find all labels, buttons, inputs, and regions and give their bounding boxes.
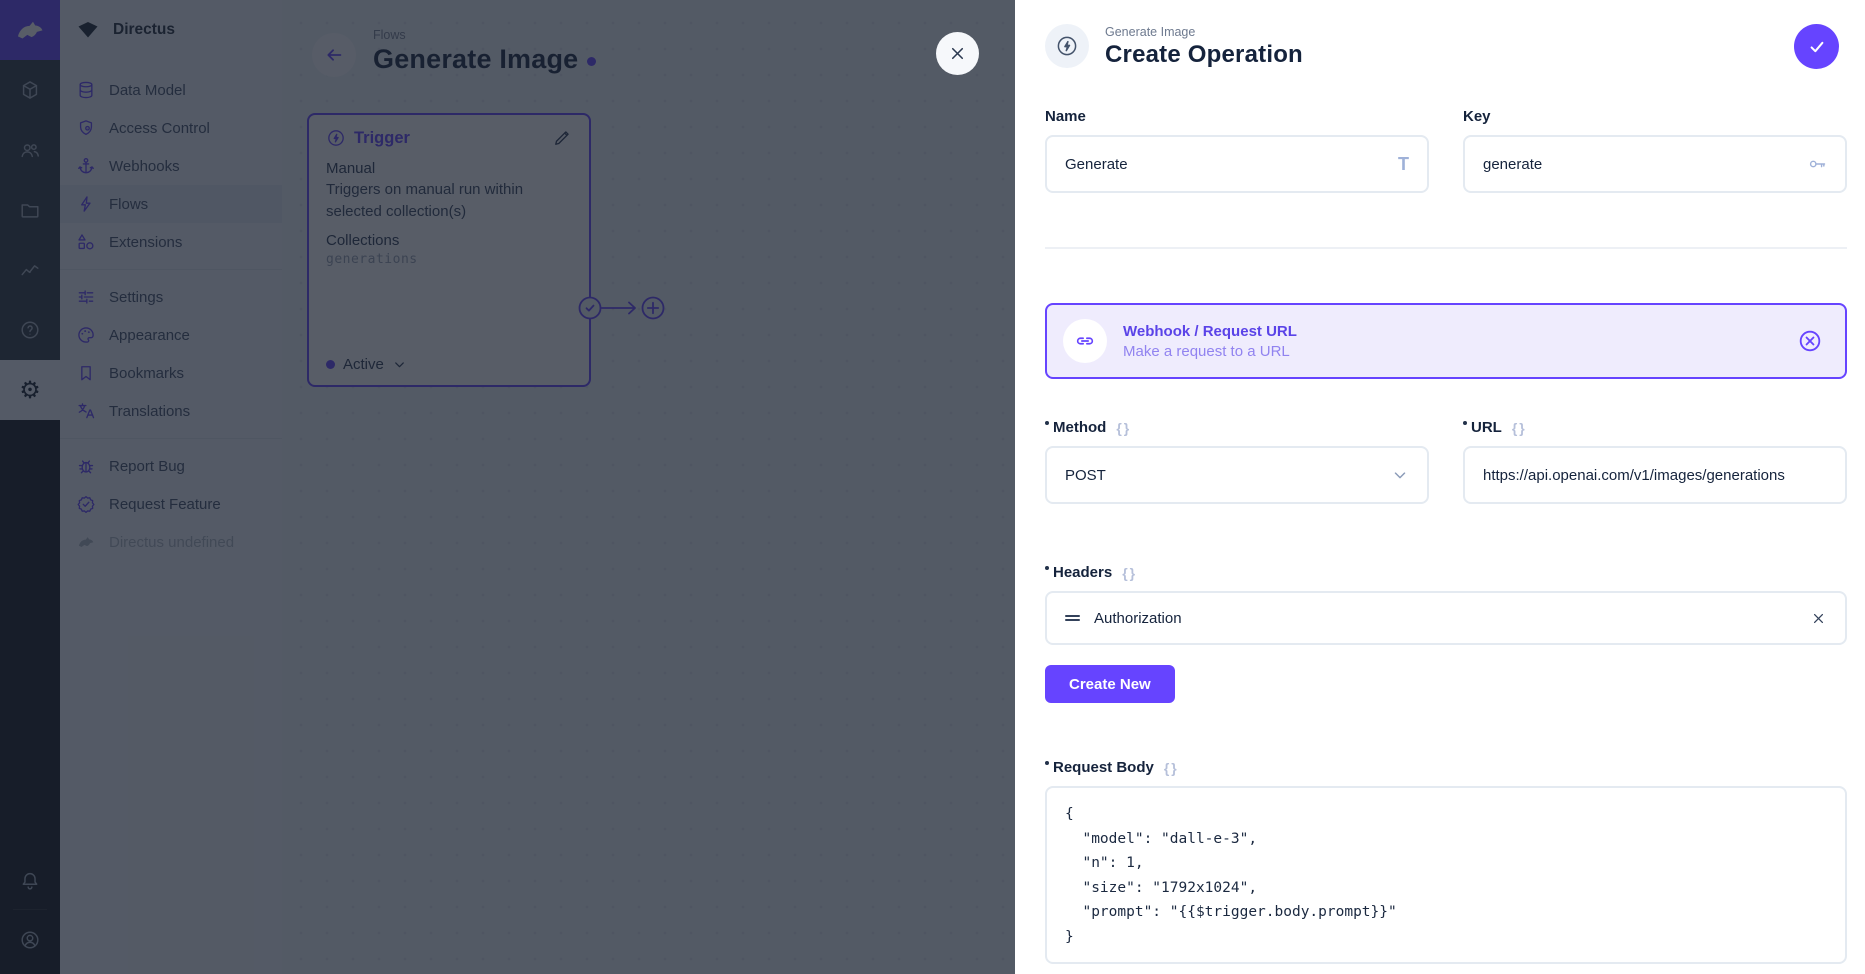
create-new-button[interactable]: Create New [1045,665,1175,703]
method-label: Method {} [1045,419,1429,436]
braces-icon[interactable]: {} [1164,760,1179,776]
required-dot [1045,761,1049,765]
check-icon [1807,37,1827,57]
drawer-header: Generate Image Create Operation [1015,0,1865,92]
url-label: URL {} [1463,419,1847,436]
link-icon [1074,330,1096,352]
key-label: Key [1463,108,1847,125]
close-icon [948,44,967,63]
banner-title: Webhook / Request URL [1123,323,1781,340]
dismiss-circle-icon[interactable] [1797,328,1823,354]
url-input[interactable] [1483,467,1827,484]
drawer-breadcrumb: Generate Image [1105,25,1303,39]
banner-subtitle: Make a request to a URL [1123,343,1781,360]
title-case-icon[interactable]: T [1398,154,1409,175]
braces-icon[interactable]: {} [1512,420,1527,436]
url-input-wrap [1463,446,1847,504]
name-field-group: Name T [1045,108,1429,193]
header-row-value: Authorization [1094,610,1796,627]
key-field-group: Key [1463,108,1847,193]
bolt-circle-icon [1055,34,1079,58]
method-select[interactable]: POST [1045,446,1429,504]
braces-icon[interactable]: {} [1122,565,1137,581]
request-body-editor[interactable]: { "model": "dall-e-3", "n": 1, "size": "… [1045,786,1847,964]
request-body-label: Request Body {} [1045,759,1847,776]
remove-icon[interactable] [1810,610,1827,627]
chevron-down-icon [1391,466,1409,484]
required-dot [1045,566,1049,570]
link-icon-circle [1063,319,1107,363]
required-dot [1463,421,1467,425]
operation-icon-circle [1045,24,1089,68]
close-drawer-button[interactable] [936,32,979,75]
name-input[interactable] [1065,156,1386,173]
create-operation-drawer: Generate Image Create Operation Name T [1015,0,1865,974]
request-body-code: { "model": "dall-e-3", "n": 1, "size": "… [1065,802,1827,949]
header-row[interactable]: Authorization [1045,591,1847,645]
url-field-group: URL {} [1463,419,1847,504]
save-button[interactable] [1794,24,1839,69]
method-field-group: Method {} POST [1045,419,1429,504]
drag-handle-icon[interactable] [1065,613,1080,623]
name-input-wrap: T [1045,135,1429,193]
required-dot [1045,421,1049,425]
key-input-wrap [1463,135,1847,193]
key-input[interactable] [1483,156,1795,173]
modal-overlay[interactable] [0,0,1015,974]
operation-type-banner[interactable]: Webhook / Request URL Make a request to … [1045,303,1847,379]
drawer-body: Name T Key [1015,92,1865,964]
headers-label: Headers {} [1045,564,1847,581]
key-icon [1807,154,1827,174]
braces-icon[interactable]: {} [1116,420,1131,436]
divider [1045,247,1847,249]
drawer-title: Create Operation [1105,41,1303,69]
name-label: Name [1045,108,1429,125]
app-window: ⚙ Directus [0,0,1865,974]
